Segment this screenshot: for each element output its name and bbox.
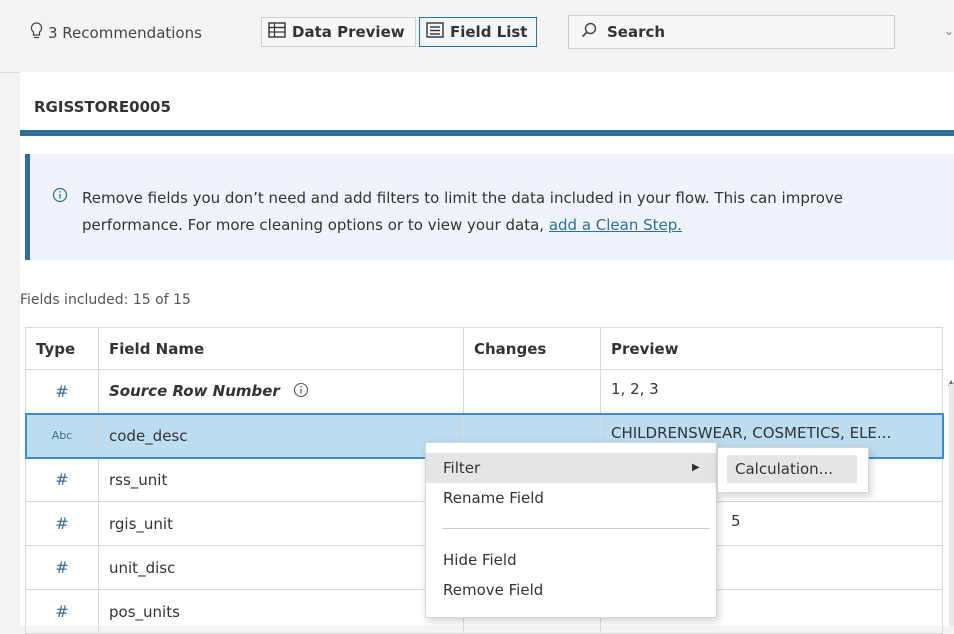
column-header-field-name[interactable]: Field Name <box>98 327 464 370</box>
menu-item-label: Remove Field <box>443 581 544 599</box>
menu-item-rename-field[interactable]: Rename Field <box>426 483 716 513</box>
menu-item-filter[interactable]: Filter ▶ <box>426 453 716 483</box>
toolbar: 3 Recommendations Data Preview Field Lis… <box>0 0 954 73</box>
list-icon <box>426 22 450 42</box>
string-type-icon[interactable]: Abc <box>25 413 99 458</box>
menu-item-label: Calculation... <box>735 460 833 478</box>
field-list-label: Field List <box>450 23 528 41</box>
info-icon <box>52 187 68 207</box>
menu-item-hide-field[interactable]: Hide Field <box>426 545 716 575</box>
preview-cell: 1, 2, 3 <box>600 369 943 414</box>
field-name-cell[interactable]: unit_disc <box>98 545 464 590</box>
fields-included-count: Fields included: 15 of 15 <box>20 292 191 308</box>
column-header-changes[interactable]: Changes <box>463 327 601 370</box>
search-placeholder: Search <box>607 23 666 41</box>
menu-item-calculation[interactable]: Calculation... <box>727 455 857 483</box>
column-header-preview[interactable]: Preview <box>600 327 943 370</box>
field-name-cell[interactable]: code_desc <box>98 413 464 458</box>
number-type-icon[interactable]: # <box>25 369 99 414</box>
info-banner: Remove fields you don’t need and add fil… <box>25 154 954 260</box>
lightbulb-icon <box>30 22 43 44</box>
data-preview-label: Data Preview <box>292 23 405 41</box>
context-menu: Filter ▶ Rename Field Hide Field Remove … <box>425 442 717 618</box>
field-name: rss_unit <box>109 470 168 489</box>
search-icon <box>581 22 607 42</box>
info-icon[interactable] <box>293 382 309 402</box>
table-header-row: Type Field Name Changes Preview <box>25 327 943 370</box>
field-name: Source Row Number <box>109 381 280 400</box>
number-type-icon[interactable]: # <box>25 501 99 546</box>
submenu-arrow-icon: ▶ <box>692 462 700 473</box>
number-type-icon[interactable]: # <box>25 589 99 634</box>
vertical-scrollbar[interactable] <box>949 384 954 626</box>
field-name: pos_units <box>109 602 180 621</box>
add-clean-step-link[interactable]: add a Clean Step. <box>549 216 682 234</box>
field-name-cell[interactable]: rgis_unit <box>98 501 464 546</box>
filter-submenu: Calculation... <box>717 447 869 493</box>
field-list-button[interactable]: Field List <box>419 17 537 47</box>
search-input[interactable]: Search <box>568 15 895 49</box>
step-header: RGISSTORE0005 <box>20 72 954 136</box>
step-title: RGISSTORE0005 <box>34 98 171 116</box>
number-type-icon[interactable]: # <box>25 457 99 502</box>
chevron-down-icon[interactable]: ⌄ <box>944 24 954 38</box>
field-name: unit_disc <box>109 558 176 577</box>
menu-separator <box>443 528 709 529</box>
menu-item-label: Filter <box>443 459 481 477</box>
menu-item-label: Hide Field <box>443 551 517 569</box>
recommendations-button[interactable]: 3 Recommendations <box>30 20 202 46</box>
number-type-icon[interactable]: # <box>25 545 99 590</box>
field-name-cell[interactable]: rss_unit <box>98 457 464 502</box>
field-name: rgis_unit <box>109 514 173 533</box>
menu-item-remove-field[interactable]: Remove Field <box>426 575 716 605</box>
field-name-cell[interactable]: Source Row Number <box>98 369 464 414</box>
info-message: Remove fields you don’t need and add fil… <box>82 189 843 234</box>
data-preview-button[interactable]: Data Preview <box>261 17 416 47</box>
field-name: code_desc <box>109 426 188 445</box>
info-text: Remove fields you don’t need and add fil… <box>82 185 922 239</box>
menu-item-label: Rename Field <box>443 489 544 507</box>
table-row[interactable]: # Source Row Number 1, 2, 3 <box>25 369 943 414</box>
changes-cell <box>463 369 601 414</box>
table-icon <box>268 22 292 42</box>
column-header-type[interactable]: Type <box>25 327 99 370</box>
recommendations-label: 3 Recommendations <box>48 24 202 42</box>
field-name-cell[interactable]: pos_units <box>98 589 464 634</box>
